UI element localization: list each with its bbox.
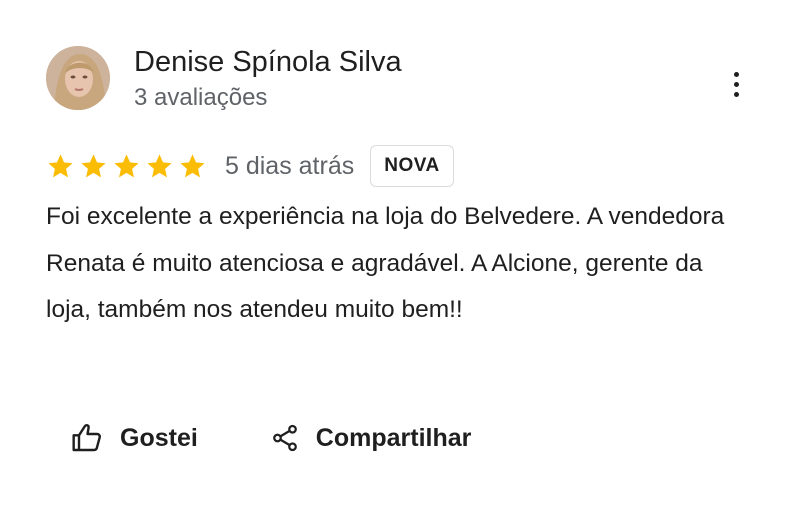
- rating-row: 5 dias atrás NOVA: [46, 144, 454, 188]
- star-rating: [46, 152, 207, 181]
- review-date: 5 dias atrás: [225, 151, 355, 180]
- more-vert-icon-dot: [733, 81, 739, 87]
- review-actions: Gostei Compartilhar: [70, 414, 471, 462]
- review-text: Foi excelente a experiência na loja do B…: [46, 203, 725, 323]
- thumb-up-icon: [72, 424, 101, 452]
- star-icon: [145, 152, 174, 181]
- like-button[interactable]: Gostei: [70, 422, 198, 454]
- share-icon: [272, 424, 297, 452]
- new-badge: NOVA: [370, 145, 454, 187]
- avatar[interactable]: [46, 46, 110, 110]
- star-icon: [46, 152, 75, 181]
- reviewer-name[interactable]: Denise Spínola Silva: [134, 44, 402, 80]
- avatar-image: [46, 46, 110, 110]
- more-vert-icon-dot: [733, 91, 739, 97]
- reviewer-review-count: 3 avaliações: [134, 84, 268, 111]
- review-card: Denise Spínola Silva 3 avaliações 5 dias…: [0, 0, 802, 518]
- share-button[interactable]: Compartilhar: [270, 422, 472, 454]
- more-vert-icon: [733, 71, 739, 77]
- star-icon: [112, 152, 141, 181]
- like-label: Gostei: [120, 423, 198, 452]
- star-icon: [79, 152, 108, 181]
- more-options-button[interactable]: [716, 60, 756, 108]
- star-icon: [178, 152, 207, 181]
- share-label: Compartilhar: [315, 423, 472, 452]
